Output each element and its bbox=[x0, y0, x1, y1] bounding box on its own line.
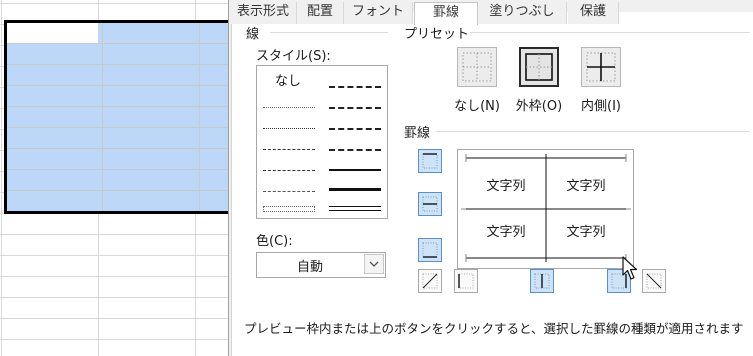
line-style-dash-dot[interactable] bbox=[263, 170, 315, 171]
line-style-slant-dash-dot[interactable] bbox=[329, 107, 381, 109]
line-style-medium-dash-dot-dot[interactable] bbox=[329, 86, 381, 88]
tab-fill[interactable]: 塗りつぶし bbox=[478, 2, 567, 24]
spreadsheet-grid bbox=[0, 0, 228, 356]
line-style-double[interactable] bbox=[329, 206, 381, 211]
preset-none-button[interactable] bbox=[457, 47, 497, 87]
line-style-list[interactable]: なし bbox=[256, 65, 388, 219]
line-group-divider bbox=[270, 32, 388, 33]
line-style-medium-dashed[interactable] bbox=[329, 149, 381, 151]
border-none-icon bbox=[462, 52, 492, 82]
border-diagonal-down-button[interactable] bbox=[642, 269, 666, 293]
border-inside-vertical-icon bbox=[534, 273, 550, 289]
border-top-icon bbox=[422, 153, 438, 169]
tab-protection[interactable]: 保護 bbox=[568, 2, 619, 24]
line-color-select[interactable]: 自動 bbox=[256, 252, 386, 278]
selected-range[interactable] bbox=[4, 20, 228, 214]
preset-none-label[interactable]: なし(N) bbox=[447, 95, 507, 114]
border-left-button[interactable] bbox=[454, 269, 478, 293]
tab-alignment[interactable]: 配置 bbox=[297, 2, 344, 24]
line-style-none[interactable]: なし bbox=[275, 70, 301, 89]
diagonal-down-icon bbox=[646, 273, 662, 289]
border-inside-horizontal-button[interactable] bbox=[418, 192, 442, 216]
border-inside-horizontal-icon bbox=[422, 196, 438, 212]
border-left-icon bbox=[458, 273, 474, 289]
border-tab-panel: 表示形式 配置 フォント 罫線 塗りつぶし 保護 線 スタイル(S): なし 色… bbox=[230, 2, 753, 356]
preview-cell-text: 文字列 bbox=[486, 179, 526, 194]
color-label: 色(C): bbox=[256, 234, 293, 249]
line-style-hair-dotted[interactable] bbox=[263, 107, 315, 108]
tab-font[interactable]: フォント bbox=[344, 2, 413, 24]
border-inside-icon bbox=[586, 52, 616, 82]
preset-outline-label[interactable]: 外枠(O) bbox=[509, 95, 569, 114]
line-style-dash-dot-dot[interactable] bbox=[263, 149, 315, 150]
preset-group-title: プリセット bbox=[404, 27, 470, 42]
line-group-title: 線 bbox=[246, 27, 260, 42]
preview-cell-text: 文字列 bbox=[566, 179, 606, 194]
preview-cell-text: 文字列 bbox=[566, 225, 606, 240]
border-inside-vertical-button[interactable] bbox=[530, 269, 554, 293]
line-style-thin[interactable] bbox=[263, 206, 315, 212]
border-group-divider bbox=[436, 131, 750, 132]
border-top-button[interactable] bbox=[418, 149, 442, 173]
chevron-down-icon[interactable] bbox=[364, 254, 384, 274]
border-outline-icon bbox=[525, 53, 553, 81]
preset-inside-label[interactable]: 内側(I) bbox=[571, 95, 631, 114]
preview-grid bbox=[461, 154, 631, 262]
diagonal-up-icon bbox=[422, 273, 438, 289]
tab-border[interactable]: 罫線 bbox=[414, 2, 478, 25]
style-label: スタイル(S): bbox=[256, 49, 331, 64]
instruction-text: プレビュー枠内または上のボタンをクリックすると、選択した罫線の種類が適用されます bbox=[244, 321, 744, 336]
line-style-dotted[interactable] bbox=[263, 128, 315, 129]
border-bottom-icon bbox=[422, 242, 438, 258]
border-group-title: 罫線 bbox=[404, 126, 431, 141]
preset-inside-button[interactable] bbox=[581, 47, 621, 87]
line-style-medium[interactable] bbox=[329, 169, 381, 171]
format-cells-dialog: 表示形式 配置 フォント 罫線 塗りつぶし 保護 線 スタイル(S): なし 色… bbox=[228, 0, 753, 356]
active-cell[interactable] bbox=[7, 23, 98, 43]
preview-cell-text: 文字列 bbox=[486, 225, 526, 240]
tab-number[interactable]: 表示形式 bbox=[230, 2, 297, 24]
line-style-dashed[interactable] bbox=[263, 191, 315, 192]
preset-group-divider bbox=[470, 32, 750, 33]
line-style-medium-dash-dot[interactable] bbox=[329, 128, 381, 130]
border-diagonal-up-button[interactable] bbox=[418, 269, 442, 293]
mouse-pointer-icon bbox=[622, 256, 638, 280]
border-bottom-button[interactable] bbox=[418, 238, 442, 262]
preset-outline-button[interactable] bbox=[519, 47, 559, 87]
line-color-value: 自動 bbox=[296, 260, 323, 275]
line-style-thick[interactable] bbox=[329, 188, 381, 191]
border-preview[interactable]: 文字列 文字列 文字列 文字列 bbox=[457, 149, 634, 269]
